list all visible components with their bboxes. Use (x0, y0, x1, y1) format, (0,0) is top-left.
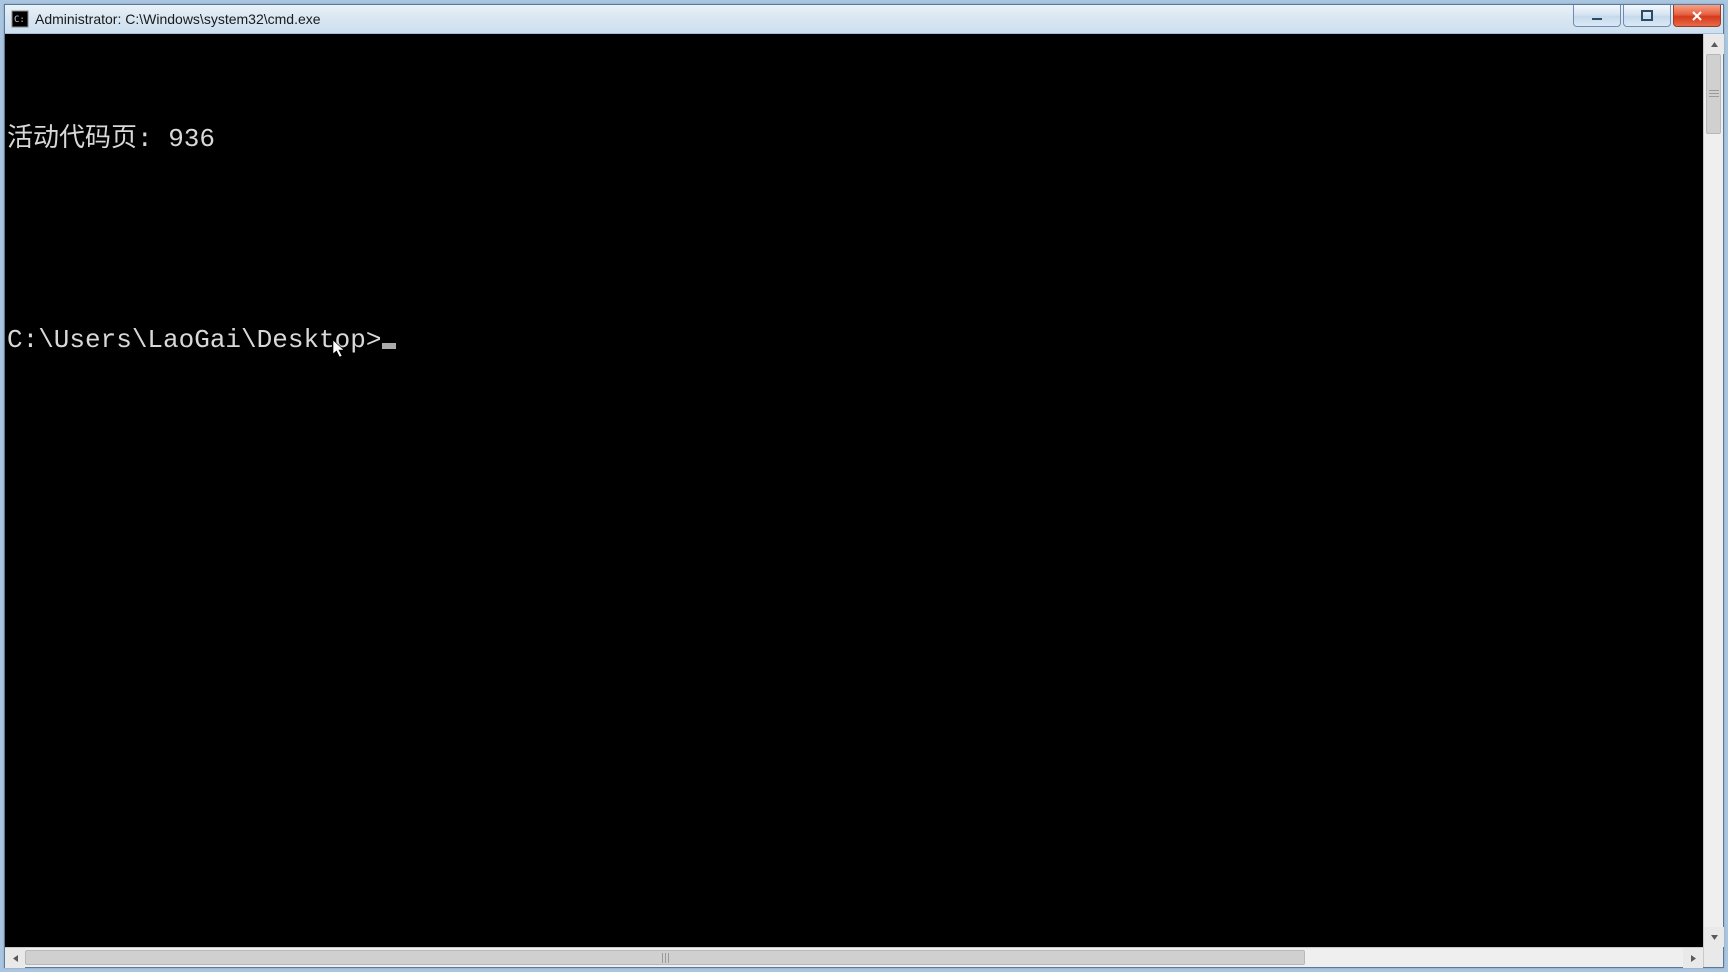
maximize-button[interactable] (1623, 5, 1671, 27)
cmd-window: C: Administrator: C:\Windows\system32\cm… (4, 4, 1724, 968)
scroll-left-button[interactable] (5, 948, 25, 968)
close-button[interactable] (1673, 5, 1721, 27)
thumb-grip-icon (1709, 90, 1719, 98)
vertical-scrollbar[interactable] (1703, 34, 1723, 947)
window-controls (1573, 5, 1723, 29)
window-title: Administrator: C:\Windows\system32\cmd.e… (35, 11, 321, 27)
thumb-grip-icon (661, 953, 669, 963)
scroll-right-button[interactable] (1683, 948, 1703, 968)
vertical-scroll-thumb[interactable] (1706, 54, 1721, 134)
minimize-button[interactable] (1573, 5, 1621, 27)
vertical-scroll-track[interactable] (1704, 54, 1723, 927)
scroll-down-button[interactable] (1704, 927, 1724, 947)
client-area: 活动代码页: 936 C:\Users\LaoGai\Desktop> (5, 34, 1723, 967)
scrollbar-corner (1703, 947, 1723, 967)
text-cursor (382, 343, 396, 349)
terminal-output[interactable]: 活动代码页: 936 C:\Users\LaoGai\Desktop> (5, 34, 1703, 947)
cmd-icon: C: (11, 10, 29, 28)
horizontal-scroll-track[interactable] (25, 948, 1683, 967)
horizontal-scrollbar[interactable] (5, 947, 1703, 967)
svg-text:C:: C: (14, 15, 25, 25)
titlebar[interactable]: C: Administrator: C:\Windows\system32\cm… (5, 5, 1723, 34)
scroll-up-button[interactable] (1704, 34, 1724, 54)
terminal-prompt: C:\Users\LaoGai\Desktop> (7, 325, 381, 355)
terminal-line: 活动代码页: 936 (7, 119, 1701, 159)
terminal-prompt-line: C:\Users\LaoGai\Desktop> (7, 320, 1701, 360)
horizontal-scroll-thumb[interactable] (25, 950, 1305, 965)
